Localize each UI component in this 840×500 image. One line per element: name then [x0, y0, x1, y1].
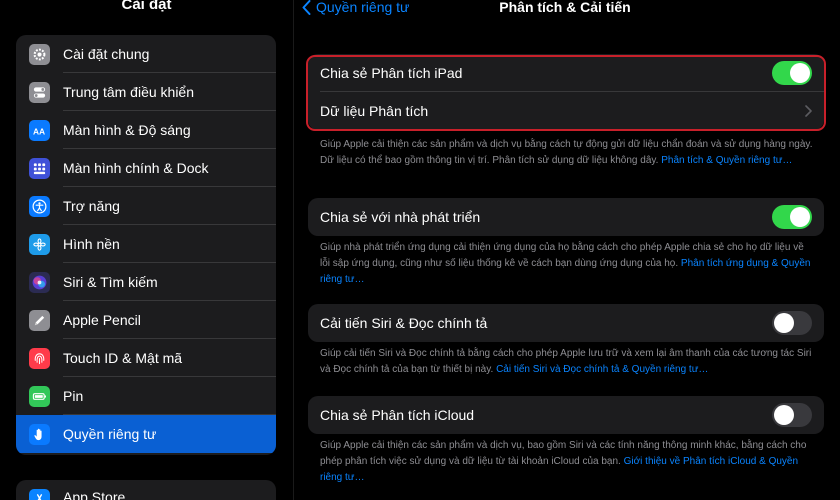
sidebar-item-label: Quyền riêng tư: [63, 426, 157, 442]
analytics-card: Chia sẻ Phân tích iPad Dữ liệu Phân tích: [308, 54, 824, 130]
app-store-icon: [29, 489, 50, 500]
section-footer-note: Giúp nhà phát triển ứng dụng cải thiện ứ…: [320, 240, 815, 288]
sidebar-item-app-store[interactable]: App Store: [16, 480, 276, 500]
svg-text:AA: AA: [33, 126, 45, 136]
improve-siri-toggle[interactable]: [772, 311, 812, 335]
sidebar-item-apple-pencil[interactable]: Apple Pencil: [16, 301, 276, 339]
hand-icon: [29, 423, 50, 445]
settings-list: Cài đặt chung Trung tâm điều khiển AA Mà…: [16, 35, 276, 455]
battery-icon: [29, 385, 50, 407]
accessibility-icon: [29, 195, 50, 217]
wallpaper-icon: [29, 233, 50, 255]
gear-icon: [29, 43, 50, 65]
improve-siri-row: Cải tiến Siri & Đọc chính tả: [308, 304, 824, 342]
share-ipad-analytics-toggle[interactable]: [772, 61, 812, 85]
fingerprint-icon: [29, 347, 50, 369]
pencil-icon: [29, 309, 50, 331]
share-icloud-analytics-toggle[interactable]: [772, 403, 812, 427]
sidebar-item-label: Hình nền: [63, 236, 120, 252]
sidebar-item-battery[interactable]: Pin: [16, 377, 276, 415]
row-label: Chia sẻ Phân tích iCloud: [320, 407, 475, 423]
row-label: Chia sẻ với nhà phát triển: [320, 209, 481, 225]
siri-icon: [29, 271, 50, 293]
privacy-link[interactable]: Phân tích & Quyền riêng tư…: [661, 155, 792, 166]
sidebar-item-label: Trợ năng: [63, 198, 120, 214]
developer-share-card: Chia sẻ với nhà phát triển: [308, 198, 824, 236]
sidebar-item-label: App Store: [63, 489, 126, 500]
sidebar-item-label: Siri & Tìm kiếm: [63, 274, 158, 290]
toggle-knob: [774, 313, 794, 333]
settings-list-next: App Store: [16, 480, 276, 500]
section-footer-note: Giúp Apple cải thiện các sản phẩm và dịc…: [320, 137, 815, 169]
split-divider: [293, 0, 294, 500]
privacy-link[interactable]: Cải tiến Siri và Đọc chính tả & Quyền ri…: [496, 364, 708, 375]
share-icloud-analytics-row: Chia sẻ Phân tích iCloud: [308, 396, 824, 434]
sidebar-item-touch-id[interactable]: Touch ID & Mật mã: [16, 339, 276, 377]
sidebar-item-label: Trung tâm điều khiển: [63, 84, 194, 100]
sidebar-item-label: Touch ID & Mật mã: [63, 350, 183, 366]
siri-improve-card: Cải tiến Siri & Đọc chính tả: [308, 304, 824, 342]
sidebar-item-privacy[interactable]: Quyền riêng tư: [16, 415, 276, 453]
sidebar-item-label: Màn hình & Độ sáng: [63, 122, 191, 138]
page-title: Phân tích & Cải tiến: [499, 0, 631, 15]
sidebar-item-accessibility[interactable]: Trợ năng: [16, 187, 276, 225]
home-screen-icon: [29, 157, 50, 179]
sidebar-title: Cài đặt: [121, 0, 172, 13]
row-label: Cải tiến Siri & Đọc chính tả: [320, 315, 488, 331]
sidebar-item-siri[interactable]: Siri & Tìm kiếm: [16, 263, 276, 301]
sidebar-item-general[interactable]: Cài đặt chung: [16, 35, 276, 73]
share-with-developers-toggle[interactable]: [772, 205, 812, 229]
back-label: Quyền riêng tư: [316, 0, 410, 15]
analytics-data-row[interactable]: Dữ liệu Phân tích: [308, 92, 824, 130]
share-ipad-analytics-row: Chia sẻ Phân tích iPad: [308, 54, 824, 92]
sidebar: Cài đặt Cài đặt chung Trung tâm điều khi…: [0, 0, 293, 500]
sidebar-item-label: Màn hình chính & Dock: [63, 160, 209, 176]
sidebar-item-label: Apple Pencil: [63, 312, 141, 328]
control-center-icon: [29, 81, 50, 103]
toggle-knob: [790, 207, 810, 227]
toggle-knob: [790, 63, 810, 83]
sidebar-item-label: Pin: [63, 388, 84, 404]
sidebar-item-control-center[interactable]: Trung tâm điều khiển: [16, 73, 276, 111]
section-footer-note: Giúp Apple cải thiện các sản phẩm và dịc…: [320, 438, 815, 486]
chevron-left-icon: [302, 0, 311, 15]
share-with-developers-row: Chia sẻ với nhà phát triển: [308, 198, 824, 236]
section-footer-note: Giúp cải tiến Siri và Đọc chính tả bằng …: [320, 346, 815, 378]
chevron-right-icon: [805, 105, 812, 117]
row-label: Chia sẻ Phân tích iPad: [320, 65, 463, 81]
back-button[interactable]: Quyền riêng tư: [302, 0, 409, 16]
display-brightness-icon: AA: [29, 119, 50, 141]
sidebar-item-home-screen[interactable]: Màn hình chính & Dock: [16, 149, 276, 187]
toggle-knob: [774, 405, 794, 425]
row-label: Dữ liệu Phân tích: [320, 103, 429, 119]
sidebar-item-wallpaper[interactable]: Hình nền: [16, 225, 276, 263]
sidebar-item-label: Cài đặt chung: [63, 46, 150, 62]
sidebar-item-display[interactable]: AA Màn hình & Độ sáng: [16, 111, 276, 149]
icloud-analytics-card: Chia sẻ Phân tích iCloud: [308, 396, 824, 434]
